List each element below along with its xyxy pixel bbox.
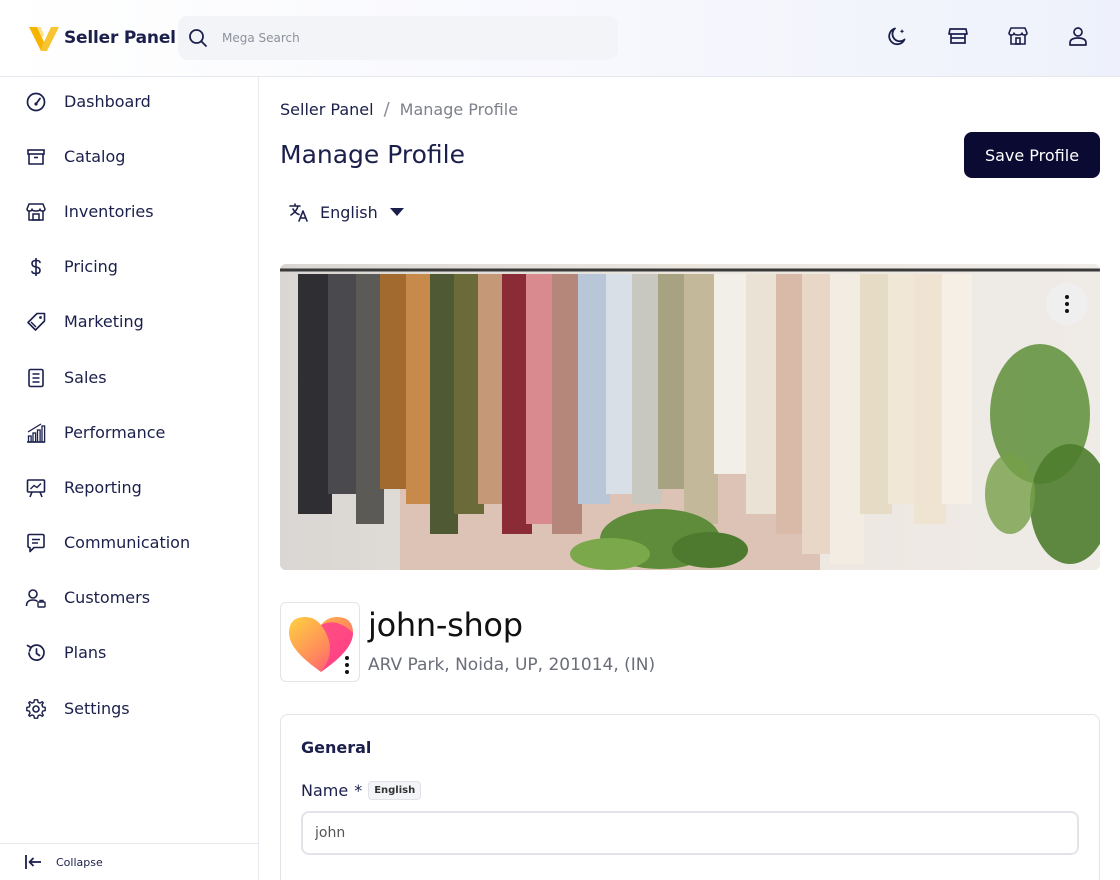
sidebar-item-label: Performance [64, 423, 166, 442]
mega-search[interactable] [178, 16, 618, 60]
sidebar-item-label: Settings [64, 699, 130, 718]
sidebar-item-settings[interactable]: Settings [0, 688, 258, 728]
sidebar-item-label: Plans [64, 643, 107, 662]
translate-icon [289, 203, 308, 222]
search-input[interactable] [222, 31, 602, 45]
sidebar-item-label: Dashboard [64, 92, 151, 111]
collapse-label: Collapse [56, 855, 103, 869]
gear-icon [26, 699, 46, 719]
sidebar-item-inventories[interactable]: Inventories [0, 191, 258, 231]
dashboard-gauge-icon [26, 92, 46, 112]
top-header: Seller Panel [0, 0, 1120, 77]
warehouse-icon [26, 203, 46, 221]
dollar-icon [31, 258, 41, 276]
name-field-label: Name * English [301, 781, 422, 800]
sidebar-item-label: Customers [64, 588, 151, 607]
clothing-rack-illustration [280, 264, 1100, 570]
language-selector[interactable]: English [288, 198, 404, 226]
sidebar-item-marketing[interactable]: Marketing [0, 301, 258, 341]
customers-icon [25, 589, 46, 608]
moon-icon[interactable] [886, 24, 910, 48]
brand[interactable]: Seller Panel [28, 22, 176, 54]
more-vertical-icon [345, 656, 349, 674]
sidebar-item-dashboard[interactable]: Dashboard [0, 81, 258, 121]
breadcrumb-root-link[interactable]: Seller Panel [280, 100, 374, 119]
breadcrumb-current: Manage Profile [399, 100, 519, 119]
sidebar-item-label: Inventories [64, 202, 154, 221]
shop-name: john-shop [368, 606, 523, 644]
required-mark: * [354, 781, 363, 800]
price-tag-icon [27, 312, 46, 331]
storefront-icon[interactable] [946, 24, 970, 48]
sidebar-item-catalog[interactable]: Catalog [0, 136, 258, 176]
general-section-title: General [301, 738, 372, 757]
sidebar-item-plans[interactable]: Plans [0, 632, 258, 672]
sidebar-item-label: Reporting [64, 478, 142, 497]
chat-bubble-icon [27, 533, 45, 553]
brand-name: Seller Panel [64, 28, 176, 48]
shop-address: ARV Park, Noida, UP, 201014, (IN) [368, 655, 656, 675]
name-label-text: Name [301, 781, 349, 800]
collapse-button[interactable]: Collapse [0, 843, 258, 880]
sidebar-item-label: Communication [64, 533, 191, 552]
archive-box-icon [27, 149, 45, 165]
save-profile-button[interactable]: Save Profile [964, 132, 1100, 178]
search-icon [189, 29, 207, 47]
caret-down-icon [389, 208, 404, 216]
sidebar-item-reporting[interactable]: Reporting [0, 467, 258, 507]
store-building-icon[interactable] [1006, 24, 1030, 48]
history-icon [26, 644, 45, 661]
logo-options-button[interactable] [338, 652, 356, 678]
general-section-card: General Name * English [280, 714, 1100, 880]
sidebar-item-performance[interactable]: Performance [0, 412, 258, 452]
more-vertical-icon [1065, 295, 1069, 313]
page-title: Manage Profile [280, 140, 465, 169]
sidebar-item-label: Sales [64, 368, 107, 387]
sidebar-item-customers[interactable]: Customers [0, 577, 258, 617]
brand-logo-icon [29, 27, 59, 51]
language-value: English [320, 202, 378, 222]
language-badge: English [368, 781, 422, 800]
sidebar-item-communication[interactable]: Communication [0, 522, 258, 562]
bar-chart-icon [27, 423, 46, 443]
sidebar-item-sales[interactable]: Sales [0, 357, 258, 397]
header-actions [850, 24, 1090, 48]
banner-options-button[interactable] [1046, 283, 1088, 325]
breadcrumb: Seller Panel / Manage Profile [280, 99, 518, 120]
sidebar: Dashboard Catalog Inventories Pricing Ma… [0, 77, 259, 880]
name-input[interactable] [301, 811, 1079, 855]
cover-banner-image [280, 264, 1100, 570]
sidebar-item-pricing[interactable]: Pricing [0, 246, 258, 286]
breadcrumb-separator: / [383, 99, 390, 120]
sidebar-item-label: Pricing [64, 257, 118, 276]
sidebar-item-label: Catalog [64, 147, 126, 166]
document-list-icon [28, 368, 44, 388]
collapse-arrow-icon [25, 855, 41, 869]
presentation-board-icon [26, 479, 46, 498]
user-icon[interactable] [1066, 24, 1090, 48]
sidebar-item-label: Marketing [64, 312, 144, 331]
